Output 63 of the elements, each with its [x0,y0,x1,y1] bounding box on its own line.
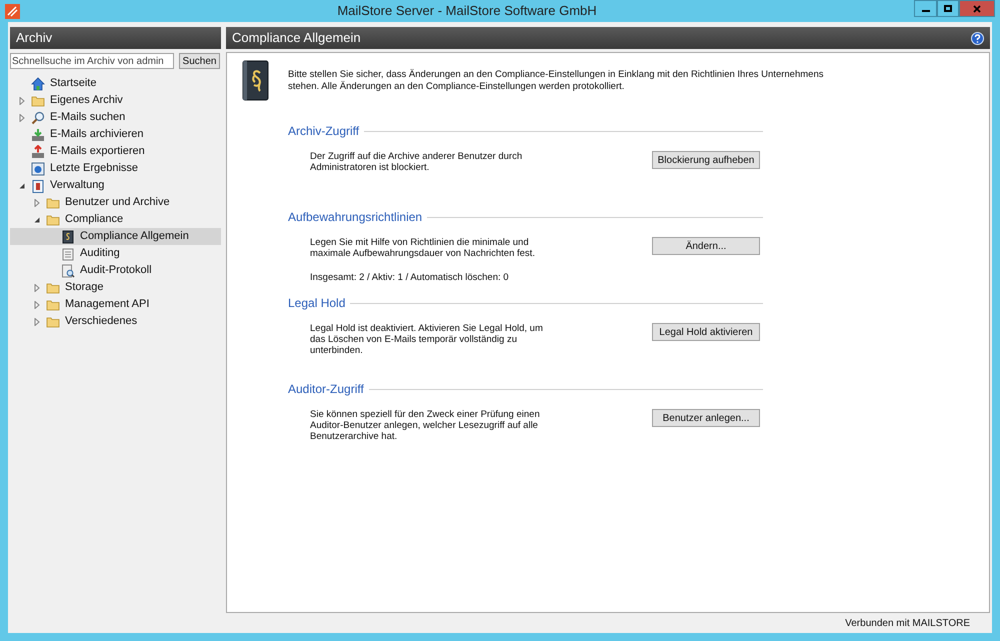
action-button[interactable]: Ändern... [652,237,760,255]
tree-item[interactable]: Eigenes Archiv [10,92,221,109]
intro-text: Bitte stellen Sie sicher, dass Änderungen an den Compliance-Einstellungen in Einklang mit den Richtlinien Ihres Unternehmens stehen. Alle Änderungen an den Compliance-Einstellungen werden protokolliert. [288,69,824,94]
house-icon [31,76,45,90]
tree-item[interactable]: Management API [10,296,221,313]
window-title: MailStore Server - MailStore Software GmbH [336,2,598,20]
tree-item[interactable]: Startseite [10,75,221,92]
expand-arrow-icon[interactable] [33,284,41,292]
close-button[interactable] [959,0,995,17]
section-description: Sie können speziell für den Zweck einer Prüfung einen Auditor-Benutzer anlegen, welcher Lesezugriff auf alle Benutzerarchive hat. [310,409,541,442]
expand-arrow-icon[interactable] [33,198,41,206]
summary-text: Insgesamt: 2 / Aktiv: 1 / Automatisch löschen: 0 [309,271,510,285]
folder-icon [46,298,60,312]
collapse-arrow-icon[interactable] [33,216,41,224]
tree-item[interactable]: Audit-Protokoll [10,262,221,279]
tree-item[interactable]: E-Mails exportieren [10,143,221,160]
tree-item[interactable]: Compliance [10,211,221,228]
section-heading: Archiv-Zugriff [288,123,360,140]
search-button[interactable]: Suchen [179,53,220,69]
tray-up-icon [31,144,45,158]
info-window-icon [31,162,45,176]
document-magnifier-icon [61,264,75,278]
tree-item[interactable]: Verwaltung [10,177,221,194]
tree-item[interactable]: Storage [10,279,221,296]
clipboard-icon [31,178,45,192]
action-button[interactable]: Legal Hold aktivieren [652,323,760,341]
close-icon [973,4,981,12]
magnifier-icon [31,110,45,124]
expand-arrow-icon[interactable] [18,96,26,104]
panel-title: Archiv [16,29,52,48]
expand-arrow-icon[interactable] [33,300,41,308]
action-button[interactable]: Blockierung aufheben [652,151,760,169]
folder-icon [46,314,60,328]
folder-icon [46,280,60,294]
collapse-arrow-icon[interactable] [18,182,26,190]
status-text: Verbunden mit MAILSTORE [845,616,970,630]
tray-down-icon [31,128,45,142]
tree-item[interactable]: E-Mails suchen [10,109,221,126]
folder-icon [31,94,45,108]
section-heading: Aufbewahrungsrichtlinien [288,209,422,226]
help-icon[interactable] [971,32,984,44]
app-logo-icon [5,4,20,18]
section-heading: Legal Hold [288,295,346,312]
tree-item[interactable]: Letzte Ergebnisse [10,160,221,177]
section-description: Der Zugriff auf die Archive anderer Benutzer durch Administratoren ist blockiert. [310,151,524,173]
tree-item[interactable]: E-Mails archivieren [10,126,221,143]
panel-title: Compliance Allgemein [232,29,361,48]
document-stack-icon [61,246,75,260]
search-field[interactable]: Schnellsuche im Archiv von admin [10,53,174,69]
tree-item[interactable]: Benutzer und Archive [10,194,221,211]
section-description: Legal Hold ist deaktiviert. Aktivieren Sie Legal Hold, um das Löschen von E-Mails temporär vollständig zu unterbinden. [310,323,544,356]
tree-item[interactable]: Compliance Allgemein [10,228,221,245]
section-heading: Auditor-Zugriff [288,381,364,398]
book-icon [61,230,75,244]
section-description: Legen Sie mit Hilfe von Richtlinien die minimale und maximale Aufbewahrungsdauer von Nachrichten fest. [310,237,536,259]
folder-icon [46,196,60,210]
law-book-icon [240,60,270,102]
expand-arrow-icon[interactable] [18,114,26,122]
tree-item[interactable]: Auditing [10,245,221,262]
tree-item[interactable]: Verschiedenes [10,313,221,330]
action-button[interactable]: Benutzer anlegen... [652,409,760,427]
minimize-button[interactable] [914,0,937,17]
expand-arrow-icon[interactable] [33,318,41,326]
